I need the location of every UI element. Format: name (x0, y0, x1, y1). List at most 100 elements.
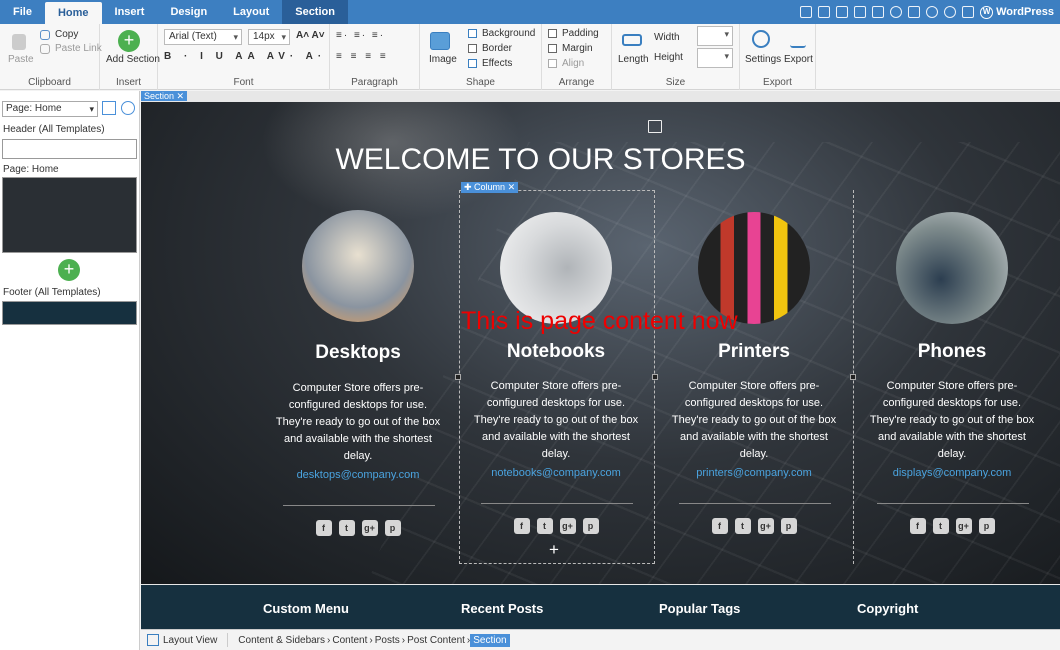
list-view-icon[interactable] (102, 101, 116, 115)
image-placeholder-icon[interactable] (648, 120, 662, 133)
page-thumbnail[interactable] (2, 177, 137, 253)
paste-link-button[interactable]: Paste Link (55, 43, 102, 54)
tab-insert[interactable]: Insert (102, 0, 158, 24)
list-icons[interactable]: ≡· ≡· ≡· (336, 30, 385, 41)
wordpress-label: WordPress (996, 6, 1054, 18)
tablet-view-icon[interactable] (836, 6, 849, 18)
pinterest-icon[interactable]: p (780, 518, 797, 534)
pinterest-icon[interactable]: p (582, 518, 599, 534)
settings-button[interactable]: Settings (745, 54, 781, 65)
column-title: Phones (917, 341, 987, 362)
layout-view-button[interactable]: Layout View (163, 635, 217, 646)
page-sidebar: Page: Home Header (All Templates) Page: … (0, 91, 140, 650)
save-icon[interactable] (872, 6, 885, 18)
twitter-icon[interactable]: t (932, 518, 949, 534)
insert-label: Insert (115, 77, 141, 88)
footer-heading: Copyright (857, 601, 919, 616)
refresh-icon[interactable] (890, 6, 903, 18)
google-plus-icon[interactable]: g+ (757, 518, 774, 534)
facebook-icon[interactable]: f (315, 520, 332, 536)
header-thumbnail[interactable] (2, 139, 137, 159)
pinterest-icon[interactable]: p (978, 518, 995, 534)
resize-handle-left[interactable] (455, 374, 461, 380)
twitter-icon[interactable]: t (536, 518, 553, 534)
margin-button[interactable]: Margin (562, 43, 593, 54)
tab-file[interactable]: File (0, 0, 45, 24)
breadcrumb-item[interactable]: Posts (373, 635, 402, 646)
background-button[interactable]: Background (482, 28, 535, 39)
text-format-icons[interactable]: B · I U AA AV· A· (164, 51, 326, 62)
breadcrumb-item[interactable]: Content & Sidebars (236, 635, 327, 646)
column-email-link[interactable]: notebooks@company.com (471, 467, 641, 479)
export-label: Export (763, 77, 792, 88)
wordpress-icon: W (980, 5, 994, 19)
column-email-link[interactable]: printers@company.com (669, 467, 839, 479)
column-title: Printers (718, 341, 790, 362)
tab-section[interactable]: Section (282, 0, 348, 24)
google-plus-icon[interactable]: g+ (361, 520, 378, 536)
phone-view-icon[interactable] (854, 6, 867, 18)
width-label: Width (654, 32, 680, 43)
status-divider (227, 633, 229, 647)
height-input[interactable] (697, 48, 733, 68)
font-size-select[interactable]: 14px (248, 29, 290, 45)
align-icons[interactable]: ≡ ≡ ≡ ≡ (336, 51, 389, 62)
paste-button[interactable]: Paste (8, 54, 34, 65)
add-page-icon[interactable]: + (58, 259, 80, 281)
facebook-icon[interactable]: f (513, 518, 530, 534)
page-title: WELCOME TO OUR STORES (335, 143, 746, 176)
page-select[interactable]: Page: Home (2, 101, 98, 117)
page-label: Page: Home (3, 164, 59, 175)
column-email-link[interactable]: desktops@company.com (273, 469, 443, 481)
paragraph-group: ≡· ≡· ≡· ≡ ≡ ≡ ≡ Paragraph (330, 24, 420, 90)
copy-button[interactable]: Copy (55, 29, 78, 40)
google-plus-icon[interactable]: g+ (955, 518, 972, 534)
add-element-icon[interactable]: + (549, 540, 559, 560)
padding-button[interactable]: Padding (562, 28, 599, 39)
image-button[interactable]: Image (429, 54, 457, 65)
column-tag[interactable]: ✚ Column ✕ (461, 182, 519, 193)
hero-section[interactable]: WELCOME TO OUR STORES ✚ Column ✕ Desktop… (141, 102, 1060, 584)
breadcrumb-current[interactable]: Section (470, 633, 510, 647)
breadcrumb-item[interactable]: Post Content (405, 635, 467, 646)
breadcrumb-item[interactable]: Content (330, 635, 369, 646)
footer-thumbnail[interactable] (2, 301, 137, 325)
tree-view-icon[interactable] (121, 101, 135, 115)
add-section-button[interactable]: Add Section (106, 54, 160, 65)
column-email-link[interactable]: displays@company.com (867, 467, 1037, 479)
font-family-select[interactable]: Arial (Text) (164, 29, 242, 45)
redo-icon[interactable] (944, 6, 957, 18)
tab-home[interactable]: Home (44, 2, 102, 24)
footer-section[interactable]: Custom Menu Recent Posts Popular Tags Co… (141, 585, 1060, 629)
twitter-icon[interactable]: t (338, 520, 355, 536)
length-button[interactable]: Length (618, 54, 649, 65)
column-title: Desktops (315, 342, 401, 363)
width-input[interactable] (697, 26, 733, 46)
preview-icon[interactable] (962, 6, 975, 18)
column-title: Notebooks (506, 341, 606, 362)
check-icon[interactable] (908, 6, 921, 18)
undo-icon[interactable] (926, 6, 939, 18)
grow-font-icon[interactable]: A˄ A˅ (296, 30, 325, 41)
size-label: Size (665, 77, 686, 88)
clipboard-label: Clipboard (28, 77, 71, 88)
resize-handle-divider[interactable] (850, 374, 856, 380)
facebook-icon[interactable]: f (909, 518, 926, 534)
effects-button[interactable]: Effects (482, 58, 512, 69)
tab-layout[interactable]: Layout (220, 0, 282, 24)
section-tag[interactable]: Section ✕ (141, 91, 188, 101)
align-button[interactable]: Align (562, 58, 584, 69)
export-button[interactable]: Export (784, 54, 813, 65)
google-plus-icon[interactable]: g+ (559, 518, 576, 534)
footer-heading: Custom Menu (263, 601, 349, 616)
desktop-view-icon[interactable] (800, 6, 813, 18)
twitter-icon[interactable]: t (734, 518, 751, 534)
border-button[interactable]: Border (482, 43, 512, 54)
column-separator (877, 503, 1029, 504)
wordpress-button[interactable]: W WordPress (980, 5, 1054, 19)
tab-design[interactable]: Design (157, 0, 220, 24)
pinterest-icon[interactable]: p (384, 520, 401, 536)
laptop-view-icon[interactable] (818, 6, 831, 18)
resize-handle-right[interactable] (652, 374, 658, 380)
facebook-icon[interactable]: f (711, 518, 728, 534)
